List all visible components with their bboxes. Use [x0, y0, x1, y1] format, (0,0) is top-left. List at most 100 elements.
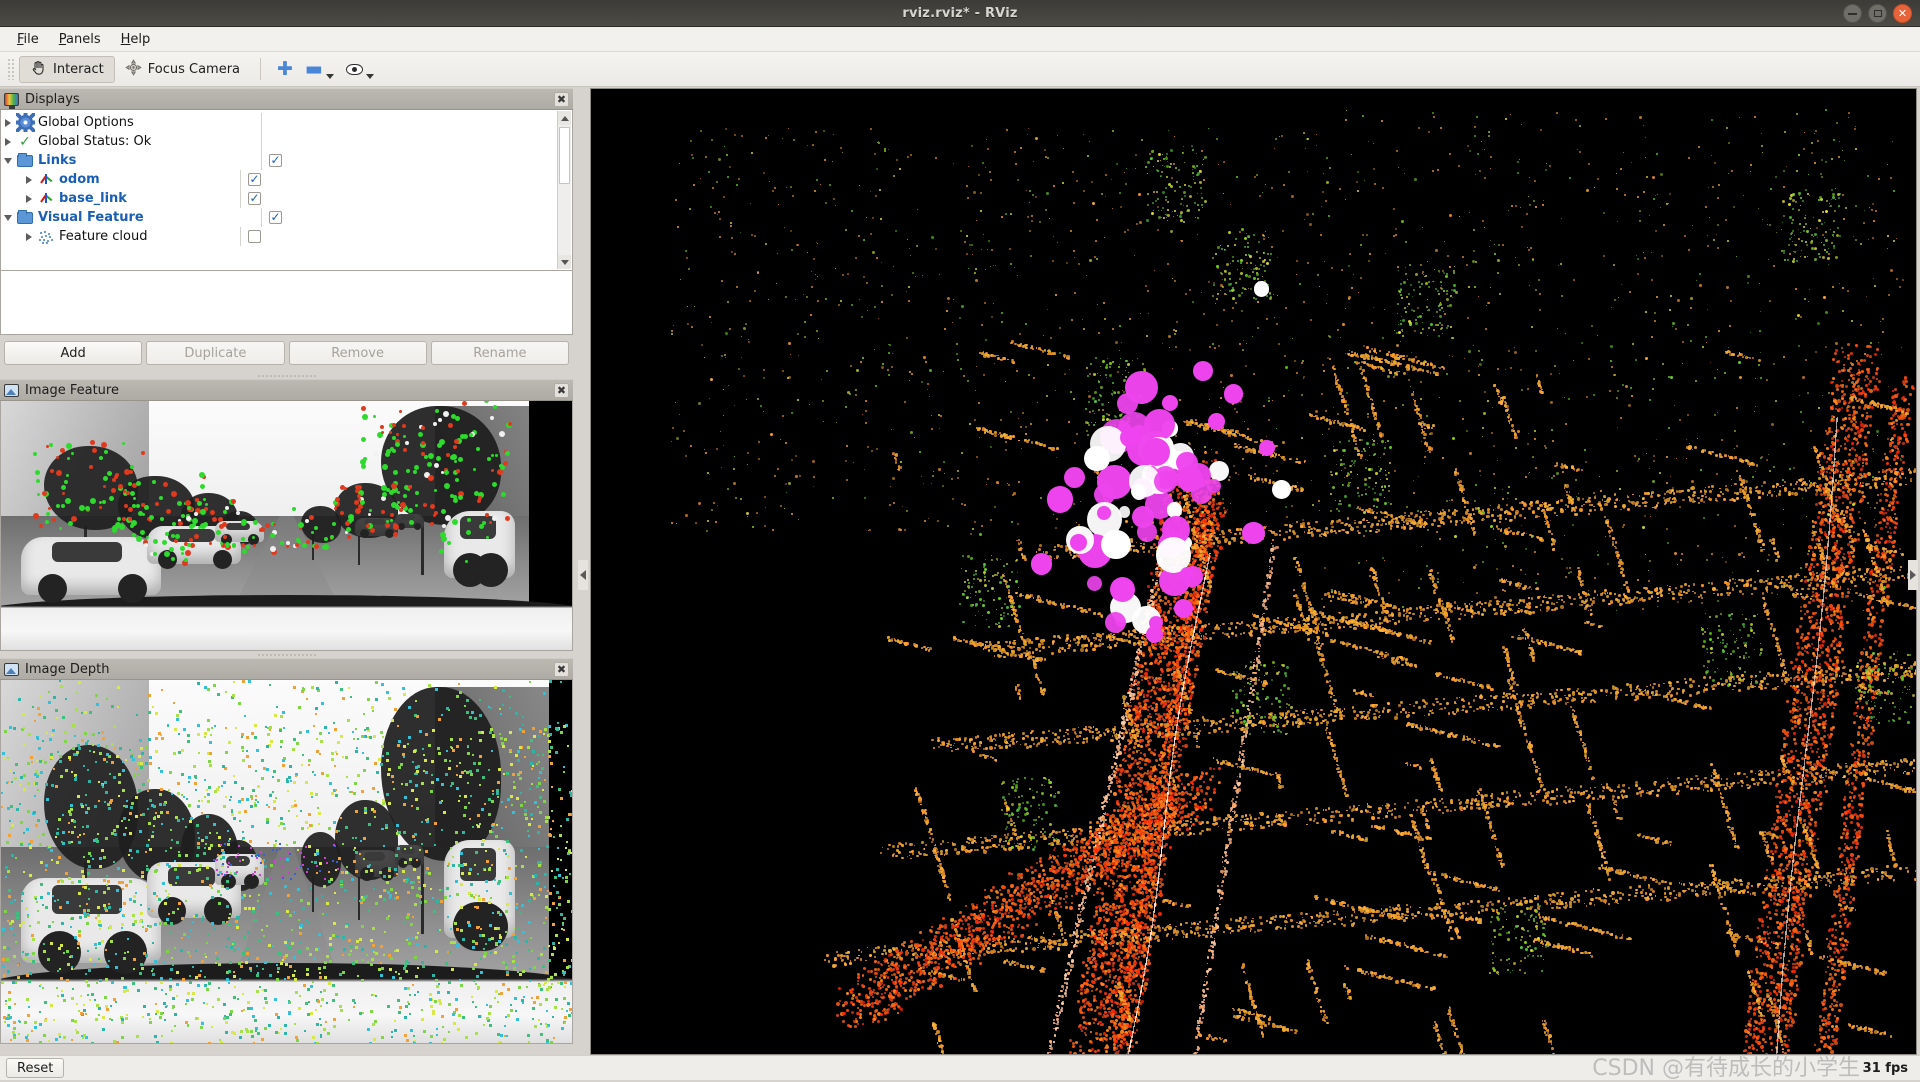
image-depth-panel-header: Image Depth ✖: [0, 658, 573, 680]
left-collapse-handle[interactable]: [578, 560, 588, 590]
tree-item-label: Global Status: Ok: [38, 134, 151, 149]
minimize-button[interactable]: [1843, 4, 1862, 23]
tree-item-label: base_link: [59, 191, 127, 206]
gear-icon: [15, 115, 35, 130]
expander-right-icon[interactable]: [1, 119, 15, 127]
chevron-left-icon: [580, 570, 586, 580]
menu-help-mnemonic: H: [121, 32, 131, 47]
menu-file[interactable]: File: [8, 29, 48, 50]
interact-tool-button[interactable]: Interact: [19, 56, 115, 83]
image-feature-view[interactable]: [0, 401, 573, 651]
menu-help[interactable]: Help: [112, 29, 160, 50]
toolbar-grip[interactable]: [7, 58, 16, 80]
displays-scrollbar[interactable]: [557, 111, 571, 269]
menu-help-rest: elp: [130, 32, 150, 47]
panel-splitter-1[interactable]: [257, 372, 317, 379]
render-view[interactable]: [590, 88, 1917, 1055]
expander-down-icon[interactable]: [1, 215, 15, 221]
image-depth-view[interactable]: [0, 680, 573, 1044]
menu-file-rest: ile: [24, 32, 39, 47]
tree-row[interactable]: ✓ Global Status: Ok: [1, 132, 572, 151]
folder-icon: [15, 212, 35, 224]
tree-row[interactable]: Global Options: [1, 113, 572, 132]
expander-right-icon[interactable]: [22, 233, 36, 241]
image-depth-panel-title: Image Depth: [25, 662, 109, 677]
tree-item-label: odom: [59, 172, 100, 187]
tree-row[interactable]: Feature cloud: [1, 227, 572, 246]
folder-icon: [15, 155, 35, 167]
scrollbar-thumb[interactable]: [559, 127, 570, 184]
image-feature-panel-header: Image Feature ✖: [0, 379, 573, 401]
tree-item-label: Links: [38, 153, 76, 168]
tree-row[interactable]: base_link ✓: [1, 189, 572, 208]
menu-panels-rest: anels: [66, 32, 101, 47]
image-icon: [4, 384, 19, 397]
tree-row[interactable]: Links ✓: [1, 151, 572, 170]
expander-down-icon[interactable]: [1, 158, 15, 164]
tree-item-checkbox[interactable]: ✓: [248, 173, 261, 186]
tree-item-checkbox[interactable]: ✓: [269, 154, 282, 167]
plus-icon: ✚: [277, 60, 293, 79]
remove-button[interactable]: Remove: [289, 341, 427, 365]
image-feature-close-icon[interactable]: ✖: [554, 383, 569, 398]
menu-panels-mnemonic: P: [59, 32, 66, 47]
window-titlebar: rviz.rviz* - RViz ✕: [0, 0, 1920, 27]
add-button[interactable]: Add: [4, 341, 142, 365]
tree-row[interactable]: odom ✓: [1, 170, 572, 189]
chevron-down-icon-2[interactable]: [366, 74, 374, 79]
main-toolbar: Interact Focus Camera ✚ ▬: [0, 52, 1920, 87]
scroll-down-icon[interactable]: [558, 255, 571, 269]
check-icon: ✓: [15, 135, 35, 149]
expander-right-icon[interactable]: [22, 176, 36, 184]
focus-camera-tool-label: Focus Camera: [148, 62, 240, 77]
chevron-right-icon: [1910, 570, 1916, 580]
maximize-button[interactable]: [1868, 4, 1887, 23]
menubar: File Panels Help: [0, 27, 1920, 52]
remove-tool-button[interactable]: ▬: [299, 56, 340, 83]
expander-right-icon[interactable]: [22, 195, 36, 203]
add-tool-button[interactable]: ✚: [271, 56, 299, 83]
tree-item-label: Feature cloud: [59, 229, 147, 244]
minus-icon: ▬: [305, 60, 323, 79]
displays-tree-container[interactable]: Global Options ✓ Global Status: Ok Links…: [0, 110, 573, 271]
tree-item-label: Global Options: [38, 115, 134, 130]
chevron-down-icon[interactable]: [326, 74, 334, 79]
tree-item-checkbox[interactable]: ✓: [248, 192, 261, 205]
tree-row[interactable]: Visual Feature ✓: [1, 208, 572, 227]
image-depth-close-icon[interactable]: ✖: [554, 662, 569, 677]
eye-icon: [346, 64, 363, 75]
close-button[interactable]: ✕: [1893, 4, 1912, 23]
displays-panel-title: Displays: [25, 92, 80, 107]
focus-camera-tool-button[interactable]: Focus Camera: [115, 56, 250, 83]
display-description-box: [0, 271, 573, 335]
displays-close-icon[interactable]: ✖: [554, 92, 569, 107]
watermark-text: CSDN @有待成长的小学生: [1592, 1050, 1860, 1082]
visibility-tool-button[interactable]: [340, 56, 380, 83]
panel-splitter-2[interactable]: [257, 651, 317, 658]
scroll-up-icon[interactable]: [558, 111, 571, 125]
menu-panels[interactable]: Panels: [50, 29, 110, 50]
axes-icon: [36, 192, 56, 206]
hand-cursor-icon: [30, 59, 47, 80]
displays-button-row: Add Duplicate Remove Rename: [0, 335, 573, 372]
displays-panel-header: Displays ✖: [0, 88, 573, 110]
pointcloud-icon: [36, 230, 56, 243]
image-icon-2: [4, 663, 19, 676]
displays-monitor-icon: [4, 93, 19, 106]
image-feature-panel-title: Image Feature: [25, 383, 119, 398]
focus-camera-icon: [125, 59, 142, 80]
axes-icon: [36, 173, 56, 187]
toolbar-separator: [260, 58, 261, 80]
left-panel-column: Displays ✖ Global Options ✓ Global Statu…: [0, 88, 573, 1055]
rename-button[interactable]: Rename: [431, 341, 569, 365]
window-title: rviz.rviz* - RViz: [902, 6, 1017, 21]
duplicate-button[interactable]: Duplicate: [146, 341, 284, 365]
expander-right-icon[interactable]: [1, 138, 15, 146]
tree-item-checkbox[interactable]: [248, 230, 261, 243]
fps-label: 31 fps: [1863, 1061, 1914, 1076]
interact-tool-label: Interact: [53, 62, 104, 77]
tree-item-checkbox[interactable]: ✓: [269, 211, 282, 224]
reset-button[interactable]: Reset: [6, 1058, 64, 1078]
tree-item-label: Visual Feature: [38, 210, 144, 225]
right-collapse-handle[interactable]: [1908, 560, 1918, 590]
